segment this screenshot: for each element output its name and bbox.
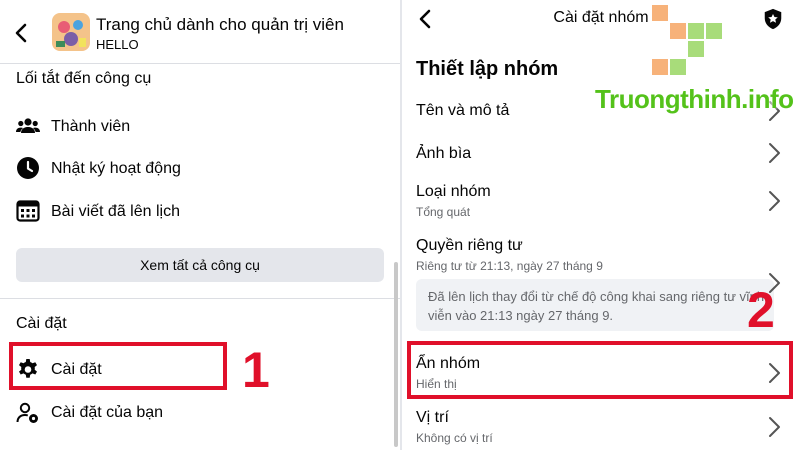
privacy-notice-text: Đã lên lịch thay đổi từ chế độ công khai… xyxy=(428,289,765,323)
clock-icon xyxy=(16,156,40,180)
tools-section-title: Lối tắt đến công cụ xyxy=(16,70,152,87)
tool-item-scheduled-posts[interactable]: Bài viết đã lên lịch xyxy=(51,203,180,221)
see-all-tools-button[interactable]: Xem tất cả công cụ xyxy=(16,248,384,282)
admin-shield-icon[interactable] xyxy=(762,8,784,30)
chevron-right-icon[interactable] xyxy=(766,416,782,438)
tool-item-activity-log[interactable]: Nhật ký hoạt động xyxy=(51,160,181,178)
settings-item-your-settings[interactable]: Cài đặt của bạn xyxy=(51,404,163,422)
scrollbar[interactable] xyxy=(394,262,398,447)
section-heading: Thiết lập nhóm xyxy=(416,58,559,80)
setting-group-type-value: Tổng quát xyxy=(416,205,471,219)
settings-section-title: Cài đặt xyxy=(16,315,67,332)
members-icon xyxy=(16,114,40,138)
group-title: Trang chủ dành cho quản trị viên xyxy=(96,15,344,34)
chevron-right-icon[interactable] xyxy=(766,190,782,212)
setting-privacy-value: Riêng tư từ 21:13, ngày 27 tháng 9 xyxy=(416,259,603,273)
tool-item-members[interactable]: Thành viên xyxy=(51,118,130,136)
step-number-1: 1 xyxy=(242,342,270,398)
highlight-box-step-2 xyxy=(407,341,793,399)
setting-privacy[interactable]: Quyền riêng tư xyxy=(416,237,523,255)
setting-location[interactable]: Vị trí xyxy=(416,409,449,427)
header-divider xyxy=(0,63,400,64)
step-number-2: 2 xyxy=(747,282,775,338)
user-gear-icon xyxy=(16,401,40,425)
group-settings-panel: Cài đặt nhóm Thiết lập nhóm Tên và mô tả… xyxy=(402,0,800,450)
group-subtitle: HELLO xyxy=(96,37,139,52)
section-divider xyxy=(0,298,400,299)
setting-name-description[interactable]: Tên và mô tả xyxy=(416,102,509,120)
setting-location-value: Không có vị trí xyxy=(416,431,493,445)
page-title: Cài đặt nhóm xyxy=(553,9,649,26)
admin-home-panel: Trang chủ dành cho quản trị viên HELLO L… xyxy=(0,0,400,450)
chevron-right-icon[interactable] xyxy=(766,142,782,164)
group-avatar[interactable] xyxy=(52,13,90,51)
calendar-icon xyxy=(16,199,40,223)
highlight-box-step-1 xyxy=(9,342,227,390)
watermark-logo-icon xyxy=(652,5,722,80)
watermark-text: Truongthinh.info xyxy=(595,84,794,114)
setting-cover-photo[interactable]: Ảnh bìa xyxy=(416,145,471,163)
back-arrow-icon[interactable] xyxy=(10,21,34,45)
setting-group-type[interactable]: Loại nhóm xyxy=(416,183,491,201)
